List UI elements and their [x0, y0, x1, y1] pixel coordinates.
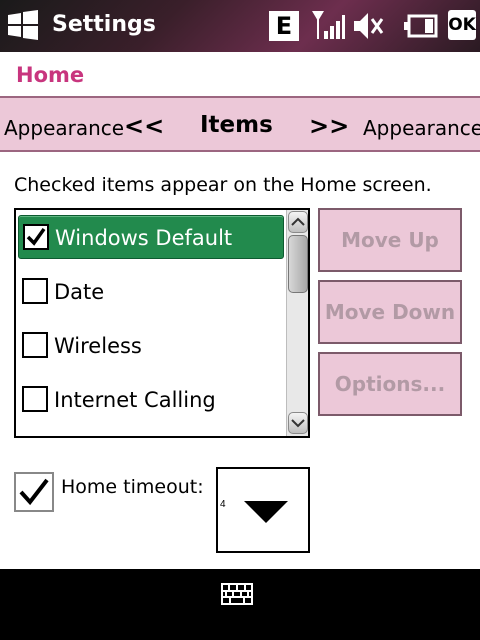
speaker-muted-icon[interactable]	[352, 9, 384, 43]
windows-start-icon[interactable]	[6, 10, 40, 40]
tab-appearance-previous[interactable]: Appearance	[4, 116, 124, 140]
previous-tab-arrow[interactable]: <<	[124, 112, 164, 140]
page-title: Home	[16, 63, 85, 87]
dropdown-value: 4	[220, 499, 226, 510]
tab-appearance-next[interactable]: Appearance	[363, 116, 480, 140]
chevron-down-icon	[291, 419, 305, 428]
network-e-icon[interactable]: E	[269, 11, 299, 41]
chevron-up-icon	[291, 217, 305, 226]
list-item-label: Date	[54, 280, 105, 304]
wireless-checkbox[interactable]	[22, 332, 48, 358]
scroll-up-button[interactable]	[288, 211, 308, 233]
keyboard-icon[interactable]	[221, 583, 253, 605]
home-items-list[interactable]: Windows Default Date Wireless Internet C…	[14, 208, 310, 438]
tab-strip: Appearance << Items >> Appearance	[0, 96, 480, 152]
move-down-button[interactable]: Move Down	[318, 280, 462, 344]
list-item-label: Internet Calling	[54, 388, 216, 412]
date-checkbox[interactable]	[22, 278, 48, 304]
softkey-bar	[0, 569, 480, 640]
home-timeout-checkbox[interactable]	[14, 472, 54, 512]
list-item-date[interactable]: Date	[18, 270, 284, 314]
list-item-label: Windows Default	[55, 226, 233, 250]
next-tab-arrow[interactable]: >>	[309, 112, 349, 140]
battery-icon[interactable]	[404, 13, 438, 39]
list-item-windows-default[interactable]: Windows Default	[18, 215, 284, 259]
title-bar: Settings E OK	[0, 0, 480, 52]
windows-default-checkbox[interactable]	[23, 224, 49, 250]
signal-icon[interactable]	[310, 9, 346, 43]
home-timeout-label: Home timeout:	[61, 476, 204, 498]
scroll-thumb[interactable]	[288, 235, 308, 293]
list-item-wireless[interactable]: Wireless	[18, 324, 284, 368]
tab-items[interactable]: Items	[200, 112, 273, 138]
home-timeout-dropdown[interactable]: 4	[216, 467, 310, 553]
ok-button[interactable]: OK	[448, 10, 476, 40]
scroll-down-button[interactable]	[288, 412, 308, 434]
list-item-label: Wireless	[54, 334, 142, 358]
move-up-button[interactable]: Move Up	[318, 208, 462, 272]
list-scrollbar[interactable]	[286, 210, 308, 436]
dropdown-arrow-icon[interactable]	[244, 501, 288, 523]
instruction-text: Checked items appear on the Home screen.	[14, 174, 432, 196]
checkmark-icon	[26, 227, 46, 246]
options-button[interactable]: Options...	[318, 352, 462, 416]
checkmark-icon	[19, 478, 49, 506]
list-item-internet-calling[interactable]: Internet Calling	[18, 378, 284, 422]
internet-calling-checkbox[interactable]	[22, 386, 48, 412]
app-title: Settings	[52, 12, 156, 37]
